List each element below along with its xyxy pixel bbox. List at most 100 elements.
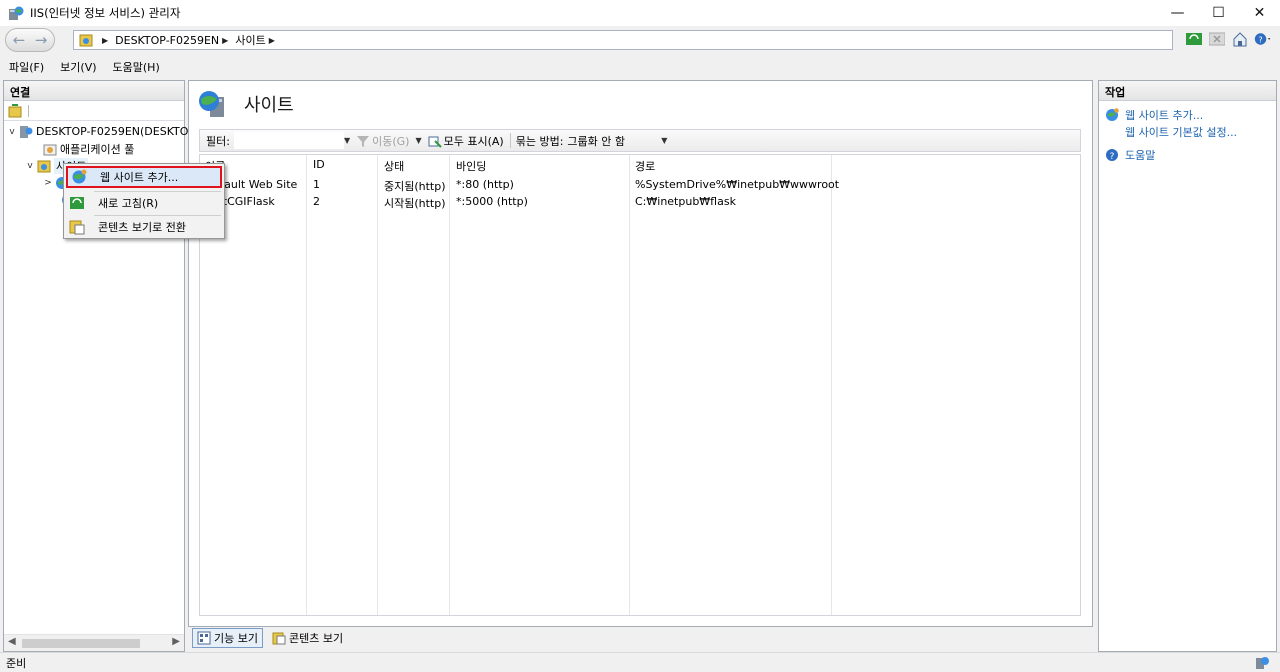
filter-bar: 필터: ▼ 이동(G) ▼ 모두 표시(A) 묶는 방법: 그룹화 안 함 ▼ xyxy=(199,129,1081,152)
column-header-status[interactable]: 상태 xyxy=(384,158,404,174)
column-header-binding[interactable]: 바인딩 xyxy=(456,158,486,174)
table-row[interactable]: FastCGIFlask 2 시작됨(http) *:5000 (http) C… xyxy=(200,194,1080,211)
filter-label: 필터: xyxy=(206,134,230,148)
context-add-website-label: 웹 사이트 추가... xyxy=(100,171,179,184)
chevron-right-icon[interactable]: ▶ xyxy=(269,36,275,45)
forward-button[interactable]: → xyxy=(30,30,52,50)
toolbar-divider xyxy=(28,104,29,117)
show-all-button[interactable]: 모두 표시(A) xyxy=(428,133,504,149)
toolbar-divider xyxy=(509,133,511,148)
chevron-down-icon[interactable]: ▼ xyxy=(344,136,350,145)
context-switch-content-view-label: 콘텐츠 보기로 전환 xyxy=(98,221,186,234)
show-all-icon xyxy=(428,136,442,148)
content-view-icon xyxy=(69,220,85,235)
sites-icon xyxy=(199,91,224,117)
context-refresh[interactable]: 새로 고침(R) xyxy=(66,192,222,214)
breadcrumb-sites[interactable]: 사이트 xyxy=(235,32,265,48)
tab-content-label: 콘텐츠 보기 xyxy=(288,632,344,645)
maximize-button[interactable]: ☐ xyxy=(1198,0,1239,26)
add-website-action[interactable]: 웹 사이트 추가... xyxy=(1105,107,1203,123)
back-button[interactable]: ← xyxy=(8,30,30,50)
server-icon xyxy=(20,125,33,138)
column-divider xyxy=(377,155,378,615)
breadcrumb-server[interactable]: DESKTOP-F0259EN xyxy=(115,34,219,47)
table-header: ^ 이름 ID 상태 바인딩 경로 xyxy=(200,155,1080,176)
page-title: 사이트 xyxy=(244,95,294,116)
help-action[interactable]: ? 도움말 xyxy=(1105,147,1155,163)
view-tabs: 기능 보기 콘텐츠 보기 xyxy=(192,628,348,648)
connect-icon[interactable] xyxy=(8,103,24,118)
cell-status: 중지됨(http) xyxy=(384,180,446,193)
menu-help[interactable]: 도움말(H) xyxy=(113,59,160,75)
cell-path: C:₩inetpub₩flask xyxy=(635,195,736,208)
tab-features-view[interactable]: 기능 보기 xyxy=(192,628,263,648)
cell-path: %SystemDrive%₩inetpub₩wwwroot xyxy=(635,178,840,191)
funnel-icon xyxy=(357,135,370,147)
stop-icon[interactable] xyxy=(1208,30,1226,48)
sort-ascending-icon: ^ xyxy=(252,154,260,162)
iis-app-icon xyxy=(9,6,24,20)
column-divider xyxy=(306,155,307,615)
table-row[interactable]: Default Web Site 1 중지됨(http) *:80 (http)… xyxy=(200,177,1080,194)
scrollbar-thumb[interactable] xyxy=(22,639,140,648)
home-page-icon[interactable] xyxy=(1231,30,1249,48)
scroll-right-icon[interactable]: ▶ xyxy=(172,636,180,647)
sites-panel: 사이트 필터: ▼ 이동(G) ▼ 모두 표시(A) 묶는 방법: 그룹화 안 … xyxy=(188,80,1093,627)
chevron-right-icon[interactable]: ▶ xyxy=(222,36,228,45)
window-title: IIS(인터넷 정보 서비스) 관리자 xyxy=(30,6,181,20)
page-header: 사이트 xyxy=(198,89,294,119)
menu-bar: 파일(F) 보기(V) 도움말(H) xyxy=(0,56,1280,78)
tree-item-app-pools[interactable]: 애플리케이션 풀 xyxy=(30,140,134,157)
chevron-down-icon[interactable]: ▼ xyxy=(415,136,421,145)
add-globe-icon xyxy=(72,169,87,184)
scroll-left-icon[interactable]: ◀ xyxy=(8,636,16,647)
go-label: 이동(G) xyxy=(372,134,410,148)
tab-content-view[interactable]: 콘텐츠 보기 xyxy=(267,628,348,648)
chevron-right-icon[interactable]: > xyxy=(42,178,54,188)
cell-binding: *:5000 (http) xyxy=(456,195,528,208)
close-button[interactable]: ✕ xyxy=(1239,0,1280,26)
group-by-label: 묶는 방법: xyxy=(515,134,564,148)
column-divider xyxy=(629,155,630,615)
menu-file[interactable]: 파일(F) xyxy=(9,59,44,75)
context-switch-content-view[interactable]: 콘텐츠 보기로 전환 xyxy=(66,216,222,238)
tree-label-server: DESKTOP-F0259EN(DESKTOI xyxy=(36,125,192,138)
column-divider xyxy=(449,155,450,615)
add-globe-icon xyxy=(1106,108,1119,121)
column-header-id[interactable]: ID xyxy=(313,158,325,171)
refresh-icon[interactable] xyxy=(1185,30,1203,48)
go-button[interactable]: 이동(G) xyxy=(356,133,409,149)
help-label: 도움말 xyxy=(1125,149,1156,162)
chevron-down-icon[interactable]: v xyxy=(6,127,18,137)
svg-text:?: ? xyxy=(1110,152,1115,162)
features-view-icon xyxy=(197,631,211,645)
filter-input[interactable] xyxy=(233,132,344,149)
column-header-path[interactable]: 경로 xyxy=(635,158,655,174)
actions-panel: 작업 웹 사이트 추가... 웹 사이트 기본값 설정... ? 도움말 xyxy=(1098,80,1277,652)
sites-folder-icon xyxy=(37,160,51,172)
add-website-label: 웹 사이트 추가... xyxy=(1125,109,1204,122)
show-all-label: 모두 표시(A) xyxy=(443,134,504,148)
refresh-icon xyxy=(70,197,84,209)
home-icon xyxy=(79,34,93,47)
set-website-defaults-action[interactable]: 웹 사이트 기본값 설정... xyxy=(1125,124,1237,140)
cell-status: 시작됨(http) xyxy=(384,197,446,210)
tree-item-server[interactable]: v DESKTOP-F0259EN(DESKTOI xyxy=(6,123,192,140)
tree-label-app-pools: 애플리케이션 풀 xyxy=(60,142,135,156)
help-icon[interactable]: ? xyxy=(1254,30,1272,48)
cell-binding: *:80 (http) xyxy=(456,178,514,191)
context-add-website[interactable]: 웹 사이트 추가... xyxy=(66,166,222,188)
minimize-button[interactable]: — xyxy=(1157,0,1198,26)
menu-view[interactable]: 보기(V) xyxy=(60,59,96,75)
help-icon: ? xyxy=(1106,149,1118,162)
group-by-select[interactable]: 그룹화 안 함 ▼ xyxy=(567,133,667,149)
chevron-down-icon[interactable]: v xyxy=(24,161,36,171)
chevron-right-icon[interactable]: ▶ xyxy=(102,36,108,45)
horizontal-scrollbar[interactable]: ◀ ▶ xyxy=(4,634,184,651)
status-bar: 준비 xyxy=(0,652,1280,672)
address-bar: ← → ▶ DESKTOP-F0259EN ▶ 사이트 ▶ ? xyxy=(0,26,1280,54)
svg-text:?: ? xyxy=(1258,34,1262,44)
cell-id: 1 xyxy=(313,178,320,191)
breadcrumb[interactable]: ▶ DESKTOP-F0259EN ▶ 사이트 ▶ xyxy=(73,30,1173,50)
network-status-icon xyxy=(1256,657,1269,669)
